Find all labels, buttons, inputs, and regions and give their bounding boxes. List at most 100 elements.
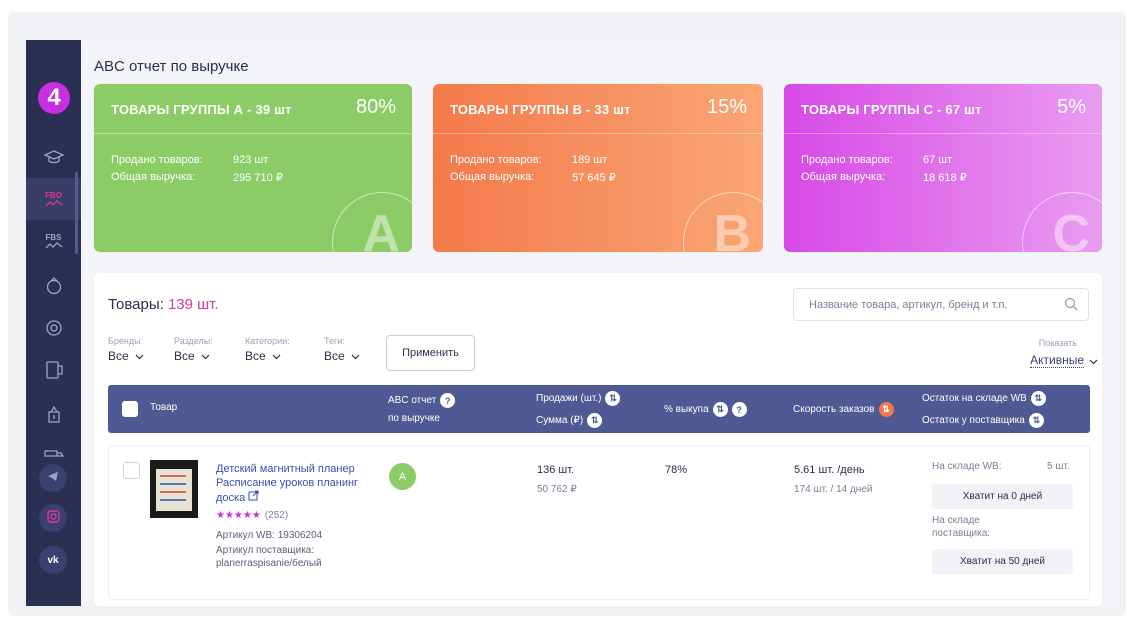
col-sum-label: Сумма (₽) [536,415,584,426]
filter-sections[interactable]: Разделы: Все [174,336,213,363]
table-row[interactable]: Детский магнитный планер Расписание урок… [108,445,1090,600]
bag-icon [45,277,63,295]
chevron-down-icon [272,349,281,363]
sidebar-item-delivery[interactable] [26,444,81,464]
vk-link[interactable]: vk [39,546,67,574]
group-card-header: ТОВАРЫ ГРУППЫ А - 39 шт 80% [94,84,412,134]
products-panel: Товары: 139 шт. Название товара, артикул… [94,273,1102,606]
telegram-link[interactable] [39,464,67,492]
col-product[interactable]: Товар [150,402,177,413]
col-buyout[interactable]: % выкупа ⇅ ? [664,402,747,417]
show-label: Показать [1038,338,1077,348]
sidebar-item-fbs[interactable]: FBS [26,222,81,260]
row-checkbox[interactable] [123,462,140,479]
group-card-c[interactable]: ТОВАРЫ ГРУППЫ С - 67 шт 5% Продано товар… [784,84,1102,252]
graduation-cap-icon [43,150,64,166]
sort-icon[interactable]: ⇅ [587,413,603,428]
chevron-down-icon [1089,354,1098,368]
truck-icon [43,450,64,458]
sidebar-item-fbo[interactable]: FBO [26,178,81,220]
app-logo[interactable]: 4 [38,82,70,114]
sidebar-scrollbar[interactable] [75,172,78,254]
filter-label: Теги: [324,336,345,346]
sort-icon[interactable]: ⇅ [712,402,728,417]
image-line [160,491,186,493]
sort-active-icon[interactable]: ⇅ [878,402,894,417]
sidebar-fbs-label: FBS [45,232,62,242]
products-count: 139 шт. [167,296,219,313]
group-card-percent: 5% [1057,96,1086,118]
instagram-icon [46,510,60,526]
revenue-label: Общая выручка: [450,171,535,183]
rating-stars-icon: ★★★★★ [216,510,261,521]
col-abc-sub: по выручке [388,413,440,424]
apply-button[interactable]: Применить [386,335,475,371]
article-supplier: planerraspisanie/белый [216,558,322,569]
group-letter: C [1052,205,1090,252]
filter-label: Категории: [245,336,290,346]
image-line [160,483,186,485]
image-line [160,499,186,501]
group-card-title: ТОВАРЫ ГРУППЫ В - 33 шт [450,102,631,117]
table-header: Товар ABC отчет ? по выручке Продажи (шт… [108,385,1090,433]
rating-count: (252) [264,510,289,521]
filter-brands[interactable]: Бренды: Все [108,336,144,363]
order-speed-sub: 174 шт. / 14 дней [794,484,873,495]
group-card-a[interactable]: ТОВАРЫ ГРУППЫ А - 39 шт 80% Продано това… [94,84,412,252]
revenue-label: Общая выручка: [111,171,196,183]
col-stock-supplier[interactable]: Остаток у поставщика ⇅ [922,413,1044,428]
sidebar-item-profit[interactable] [26,396,81,432]
col-speed[interactable]: Скорость заказов ⇅ [793,402,894,417]
revenue-label: Общая выручка: [801,171,886,183]
revenue-value: 57 645 ₽ [572,172,616,184]
search-placeholder: Название товара, артикул, бренд и т.п. [809,299,1008,311]
sold-label: Продано товаров: [801,154,893,166]
sidebar-item-wallet[interactable] [26,352,81,388]
col-stock-wb-label: Остаток на складе WB [922,393,1027,404]
product-thumbnail[interactable] [150,460,198,518]
group-card-percent: 15% [706,96,747,118]
filter-value-wrap: Все [324,349,360,363]
chevron-down-icon [135,349,144,363]
sort-icon[interactable]: ⇅ [605,391,621,406]
external-link-icon[interactable] [248,490,259,504]
sidebar-item-finance[interactable] [26,310,81,346]
filter-tags[interactable]: Теги: Все [324,336,360,363]
col-speed-label: Скорость заказов [793,404,875,415]
buyout-value: 78% [665,464,688,476]
wallet-icon [44,360,64,380]
filter-value: Все [174,349,195,363]
help-icon[interactable]: ? [731,402,747,417]
sort-icon[interactable]: ⇅ [1030,391,1046,406]
select-all-checkbox[interactable] [122,401,138,417]
sort-icon[interactable]: ⇅ [1028,413,1044,428]
filter-label: Бренды: [108,336,144,346]
product-name-link[interactable]: Детский магнитный планер Расписание урок… [216,462,376,505]
vk-icon: vk [47,554,59,566]
search-icon[interactable] [1064,297,1078,316]
instagram-link[interactable] [39,504,67,532]
col-sum[interactable]: Сумма (₽) ⇅ [536,413,603,428]
col-stock-supplier-label: Остаток у поставщика [922,415,1025,426]
filter-value: Все [324,349,345,363]
show-select[interactable]: Активные [1030,353,1098,368]
sidebar-fbo-label: FBO [45,190,62,200]
col-sales[interactable]: Продажи (шт.) ⇅ [536,391,621,406]
group-card-title: ТОВАРЫ ГРУППЫ С - 67 шт [801,102,982,117]
chevron-down-icon [351,349,360,363]
help-icon[interactable]: ? [440,393,456,408]
wb-stock-label: На складе WB: [932,461,1002,472]
search-input[interactable]: Название товара, артикул, бренд и т.п. [793,288,1089,321]
group-card-header: ТОВАРЫ ГРУППЫ С - 67 шт 5% [784,84,1102,134]
filter-categories[interactable]: Категории: Все [245,336,290,363]
group-letter: B [713,205,751,252]
image-line [160,475,186,477]
group-card-b[interactable]: ТОВАРЫ ГРУППЫ В - 33 шт 15% Продано това… [433,84,763,252]
col-stock-wb[interactable]: Остаток на складе WB ⇅ [922,391,1046,406]
sidebar-item-bag[interactable] [26,268,81,304]
group-letter: A [362,205,400,252]
sidebar-item-education[interactable] [26,138,81,178]
sold-label: Продано товаров: [111,154,203,166]
abc-group-badge: A [389,463,416,490]
col-abc[interactable]: ABC отчет ? [388,393,456,408]
